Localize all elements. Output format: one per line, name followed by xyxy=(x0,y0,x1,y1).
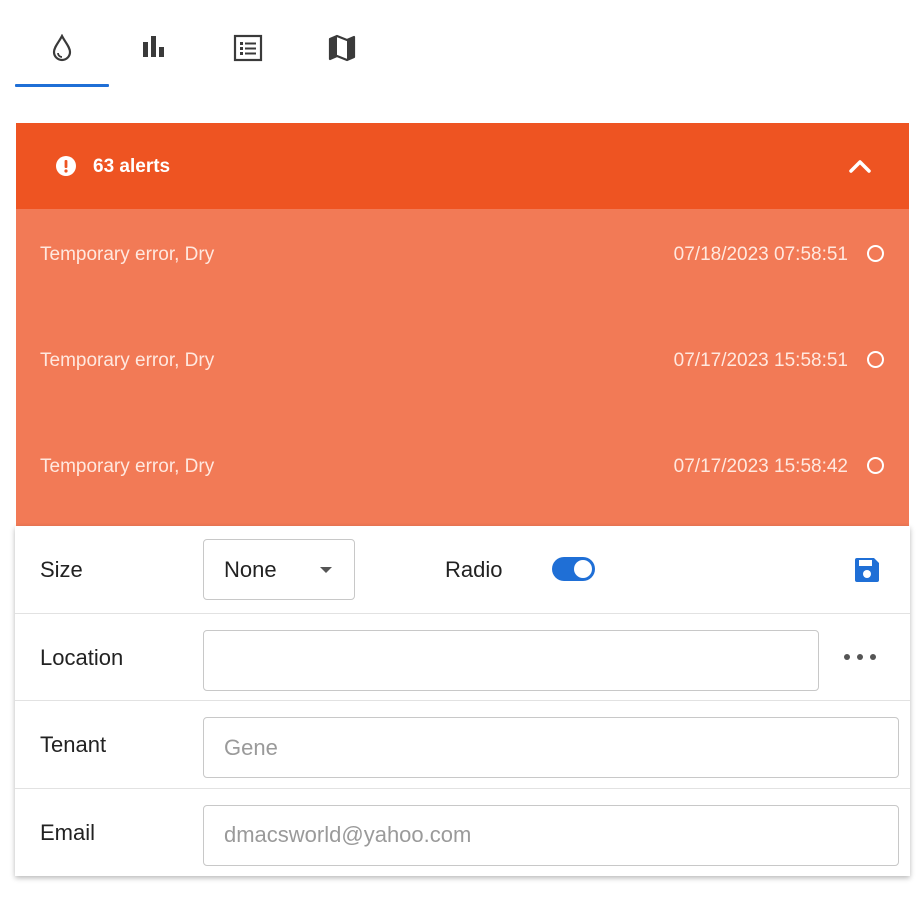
save-icon[interactable] xyxy=(853,556,881,584)
acknowledge-circle-icon[interactable] xyxy=(867,351,884,368)
map-icon xyxy=(328,34,356,62)
alert-icon xyxy=(56,156,76,176)
alert-list: Temporary error, Dry 07/18/2023 07:58:51… xyxy=(16,209,909,527)
acknowledge-circle-icon[interactable] xyxy=(867,245,884,262)
location-input[interactable] xyxy=(203,629,819,691)
email-input[interactable] xyxy=(203,804,899,866)
alert-message: Temporary error, Dry xyxy=(40,244,215,265)
acknowledge-circle-icon[interactable] xyxy=(867,457,884,474)
tenant-input[interactable] xyxy=(203,717,899,778)
toggle-knob xyxy=(574,560,592,578)
alerts-count: 63 alerts xyxy=(93,156,171,177)
alerts-panel: 63 alerts Temporary error, Dry 07/18/202… xyxy=(16,123,909,527)
alert-message: Temporary error, Dry xyxy=(40,350,215,371)
radio-toggle[interactable] xyxy=(552,557,595,581)
email-label: Email xyxy=(40,819,96,845)
location-row: Location xyxy=(15,614,910,701)
alert-timestamp: 07/18/2023 07:58:51 xyxy=(673,244,848,265)
size-label: Size xyxy=(40,557,83,582)
dot xyxy=(844,653,850,660)
size-select-value: None xyxy=(224,557,277,582)
size-select[interactable]: None xyxy=(203,539,355,600)
dot xyxy=(870,653,876,660)
tab-water[interactable] xyxy=(15,26,109,84)
dot xyxy=(857,653,863,660)
chevron-up-icon[interactable] xyxy=(847,155,873,177)
tab-chart[interactable] xyxy=(107,26,201,84)
alert-item[interactable]: Temporary error, Dry 07/18/2023 07:58:51 xyxy=(16,209,909,315)
tenant-row: Tenant xyxy=(15,701,910,789)
bar-chart-icon xyxy=(143,36,164,57)
email-row: Email xyxy=(15,789,910,877)
view-tabs xyxy=(0,0,923,90)
tenant-label: Tenant xyxy=(40,732,107,757)
size-row: Size None Radio xyxy=(15,526,910,614)
water-drop-icon xyxy=(52,34,72,62)
more-options-icon[interactable] xyxy=(844,646,876,668)
radio-label: Radio xyxy=(445,557,503,582)
active-tab-indicator xyxy=(15,84,109,87)
list-icon xyxy=(233,34,263,62)
dropdown-arrow-icon xyxy=(320,567,332,573)
tab-list[interactable] xyxy=(201,26,295,84)
alert-timestamp: 07/17/2023 15:58:51 xyxy=(673,350,848,371)
location-label: Location xyxy=(40,644,124,670)
device-settings-form: Size None Radio Location Tenant Email xyxy=(15,526,910,876)
alert-item[interactable]: Temporary error, Dry 07/17/2023 15:58:42 xyxy=(16,421,909,527)
alerts-header[interactable]: 63 alerts xyxy=(16,123,909,209)
alert-message: Temporary error, Dry xyxy=(40,456,215,477)
tab-map[interactable] xyxy=(295,26,389,84)
alert-timestamp: 07/17/2023 15:58:42 xyxy=(673,456,848,477)
alert-item[interactable]: Temporary error, Dry 07/17/2023 15:58:51 xyxy=(16,315,909,421)
